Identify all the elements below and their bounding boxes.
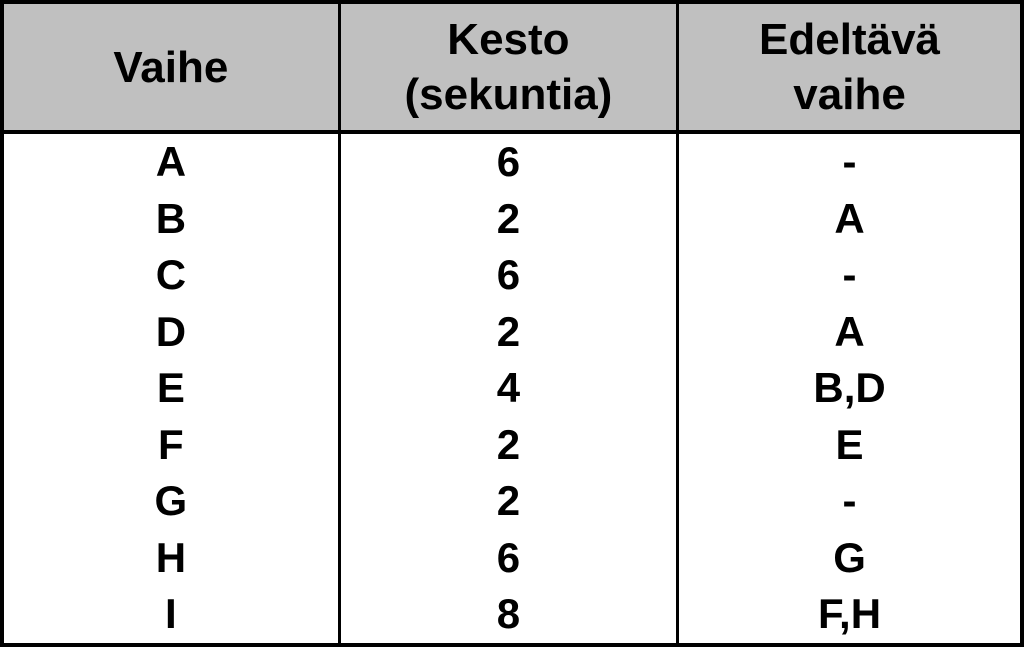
table-row: A 6 -	[4, 132, 1020, 191]
table-body: A 6 - B 2 A C 6 - D 2 A E 4 B,D	[4, 132, 1020, 643]
header-edeltava-line2: vaihe	[793, 70, 906, 119]
cell-edeltava: A	[678, 191, 1020, 248]
cell-kesto: 2	[339, 304, 677, 361]
table-row: C 6 -	[4, 247, 1020, 304]
header-vaihe-text: Vaihe	[113, 43, 228, 92]
header-edeltava-line1: Edeltävä	[759, 15, 940, 64]
cell-kesto: 6	[339, 247, 677, 304]
cell-edeltava: F,H	[678, 586, 1020, 643]
cell-edeltava: E	[678, 417, 1020, 474]
cell-edeltava: B,D	[678, 360, 1020, 417]
header-kesto-line1: Kesto	[447, 15, 569, 64]
header-row: Vaihe Kesto (sekuntia) Edeltävä vaihe	[4, 4, 1020, 132]
cell-vaihe: D	[4, 304, 339, 361]
cell-vaihe: H	[4, 530, 339, 587]
table-row: D 2 A	[4, 304, 1020, 361]
cell-vaihe: E	[4, 360, 339, 417]
cell-kesto: 2	[339, 417, 677, 474]
cell-vaihe: I	[4, 586, 339, 643]
precedence-table-container: Vaihe Kesto (sekuntia) Edeltävä vaihe A …	[0, 0, 1024, 647]
precedence-table: Vaihe Kesto (sekuntia) Edeltävä vaihe A …	[4, 4, 1020, 643]
cell-vaihe: C	[4, 247, 339, 304]
table-row: G 2 -	[4, 473, 1020, 530]
cell-edeltava: G	[678, 530, 1020, 587]
cell-edeltava: A	[678, 304, 1020, 361]
cell-kesto: 6	[339, 132, 677, 191]
header-edeltava: Edeltävä vaihe	[678, 4, 1020, 132]
cell-vaihe: F	[4, 417, 339, 474]
cell-edeltava: -	[678, 247, 1020, 304]
cell-vaihe: B	[4, 191, 339, 248]
table-row: I 8 F,H	[4, 586, 1020, 643]
cell-kesto: 6	[339, 530, 677, 587]
header-vaihe: Vaihe	[4, 4, 339, 132]
cell-kesto: 8	[339, 586, 677, 643]
table-row: E 4 B,D	[4, 360, 1020, 417]
table-row: F 2 E	[4, 417, 1020, 474]
table-header: Vaihe Kesto (sekuntia) Edeltävä vaihe	[4, 4, 1020, 132]
cell-kesto: 2	[339, 191, 677, 248]
cell-vaihe: G	[4, 473, 339, 530]
cell-vaihe: A	[4, 132, 339, 191]
table-row: B 2 A	[4, 191, 1020, 248]
cell-kesto: 2	[339, 473, 677, 530]
cell-kesto: 4	[339, 360, 677, 417]
table-row: H 6 G	[4, 530, 1020, 587]
header-kesto-line2: (sekuntia)	[405, 70, 613, 119]
cell-edeltava: -	[678, 132, 1020, 191]
header-kesto: Kesto (sekuntia)	[339, 4, 677, 132]
cell-edeltava: -	[678, 473, 1020, 530]
